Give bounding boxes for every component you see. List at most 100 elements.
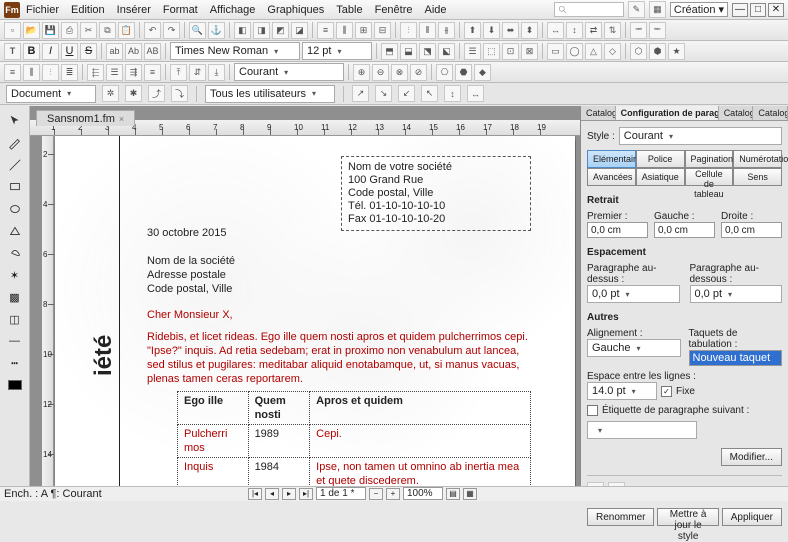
doc-g[interactable]: ↙: [398, 85, 415, 102]
tb3-a[interactable]: ≡: [4, 64, 21, 81]
valign-bot-icon[interactable]: ⤓: [208, 64, 225, 81]
tb2-c[interactable]: ⬔: [419, 43, 436, 60]
close-tab-icon[interactable]: ×: [119, 114, 124, 124]
tb3-m[interactable]: ⬣: [455, 64, 472, 81]
tb-o[interactable]: ⬍: [521, 22, 538, 39]
dashed-line-icon[interactable]: ┅: [5, 354, 25, 372]
subtab-asiatique[interactable]: Asiatique: [636, 168, 685, 186]
line-spacing-combo[interactable]: 14.0 pt▾: [587, 382, 657, 400]
zoom-input[interactable]: [403, 487, 443, 500]
tb-k[interactable]: ⫵: [438, 22, 455, 39]
page-first-button[interactable]: |◂: [248, 488, 262, 500]
bold-icon[interactable]: B: [23, 43, 40, 60]
tb-h[interactable]: ⊟: [374, 22, 391, 39]
size-combo[interactable]: 12 pt▾: [302, 42, 372, 60]
tb-t[interactable]: ⭲: [630, 22, 647, 39]
valign-mid-icon[interactable]: ⇵: [189, 64, 206, 81]
tab-paragraph-config[interactable]: Configuration de paragraphes: [616, 106, 719, 120]
layout-icon[interactable]: ▦: [649, 1, 666, 18]
tb-r[interactable]: ⇄: [585, 22, 602, 39]
tb-i[interactable]: ⫶: [400, 22, 417, 39]
strike-icon[interactable]: S: [80, 43, 97, 60]
indent-right-input[interactable]: [721, 222, 782, 238]
tb3-n[interactable]: ◆: [474, 64, 491, 81]
tb-b[interactable]: ◨: [253, 22, 270, 39]
tb2-d[interactable]: ⬕: [438, 43, 455, 60]
paper[interactable]: iété Nom de votre société 100 Grand Rue …: [55, 136, 575, 486]
tb2-b[interactable]: ⬓: [400, 43, 417, 60]
tb2-n[interactable]: ⬢: [649, 43, 666, 60]
tb-u[interactable]: ⭰: [649, 22, 666, 39]
subtab-sens[interactable]: Sens: [733, 168, 782, 186]
ruler-vertical[interactable]: 2468101214: [42, 136, 54, 486]
modifier-button[interactable]: Modifier...: [721, 448, 782, 466]
tb2-a[interactable]: ⬒: [381, 43, 398, 60]
apply-button[interactable]: Appliquer: [722, 508, 782, 526]
page-last-button[interactable]: ▸|: [299, 488, 313, 500]
blob-tool-icon[interactable]: [5, 244, 25, 262]
doc-e[interactable]: ↗: [352, 85, 369, 102]
new-icon[interactable]: ▫: [4, 22, 21, 39]
paste-icon[interactable]: 📋: [118, 22, 135, 39]
subtab-elementaire[interactable]: Elémentaire: [587, 150, 636, 168]
undo-icon[interactable]: ↶: [144, 22, 161, 39]
anchor-icon[interactable]: ⚓: [208, 22, 225, 39]
find-icon[interactable]: 🔍: [189, 22, 206, 39]
tb-s[interactable]: ⇅: [604, 22, 621, 39]
copy-icon[interactable]: ⧉: [99, 22, 116, 39]
underline-icon[interactable]: U: [61, 43, 78, 60]
case-ab-upper[interactable]: AB: [144, 43, 161, 60]
case-ab-lower[interactable]: ab: [106, 43, 123, 60]
tb2-g[interactable]: ⊡: [502, 43, 519, 60]
tb-g[interactable]: ⊞: [355, 22, 372, 39]
menu-edition[interactable]: Edition: [71, 4, 105, 16]
polygon-tool-icon[interactable]: [5, 222, 25, 240]
fixed-checkbox[interactable]: ✓: [661, 386, 672, 397]
subtab-numerotation[interactable]: Numérotation: [733, 150, 782, 168]
tab-catalogi-2[interactable]: Catalogi: [719, 106, 754, 120]
tb2-l[interactable]: ◇: [604, 43, 621, 60]
menu-fenetre[interactable]: Fenêtre: [375, 4, 413, 16]
users-combo[interactable]: Tous les utilisateurs▾: [205, 85, 335, 103]
tab-catalogi-1[interactable]: Catalogi: [581, 106, 616, 120]
tb-n[interactable]: ⬌: [502, 22, 519, 39]
tab-stops-list[interactable]: Nouveau taquet: [689, 350, 783, 366]
redo-icon[interactable]: ↷: [163, 22, 180, 39]
align-right-icon[interactable]: ⇶: [125, 64, 142, 81]
doc-j[interactable]: ↔: [467, 85, 484, 102]
tb-f[interactable]: ⫼: [336, 22, 353, 39]
open-icon[interactable]: 📂: [23, 22, 40, 39]
bucket-tool-icon[interactable]: ▩: [5, 288, 25, 306]
doc-h[interactable]: ↖: [421, 85, 438, 102]
brush-icon[interactable]: ✎: [628, 1, 645, 18]
menu-fichier[interactable]: Fichier: [26, 4, 59, 16]
tb3-i[interactable]: ⊖: [372, 64, 389, 81]
tb-q[interactable]: ↕: [566, 22, 583, 39]
doc-f[interactable]: ↘: [375, 85, 392, 102]
tb2-e[interactable]: ☰: [464, 43, 481, 60]
align-left-icon[interactable]: ⬱: [87, 64, 104, 81]
tb3-b[interactable]: ⫼: [23, 64, 40, 81]
tb3-k[interactable]: ⊘: [410, 64, 427, 81]
align-center-icon[interactable]: ☰: [106, 64, 123, 81]
space-above-combo[interactable]: 0,0 pt▾: [587, 285, 680, 303]
page-next-button[interactable]: ▸: [282, 488, 296, 500]
maximize-button[interactable]: □: [750, 3, 766, 17]
workspace-switcher[interactable]: Création▾: [670, 2, 728, 17]
menu-table[interactable]: Table: [336, 4, 362, 16]
case-ab-cap[interactable]: Ab: [125, 43, 142, 60]
alignment-combo[interactable]: Gauche▾: [587, 339, 681, 357]
menu-format[interactable]: Format: [163, 4, 198, 16]
tb3-c[interactable]: ⫶: [42, 64, 59, 81]
tb2-m[interactable]: ⬡: [630, 43, 647, 60]
color-swatch-icon[interactable]: [5, 376, 25, 394]
cut-icon[interactable]: ✂: [80, 22, 97, 39]
rect-tool-icon[interactable]: [5, 178, 25, 196]
tb3-l[interactable]: ⎔: [436, 64, 453, 81]
view-a-button[interactable]: ▤: [446, 488, 460, 500]
subtab-cellule[interactable]: Cellule de tableau: [685, 168, 734, 186]
pointer-tool-icon[interactable]: [5, 112, 25, 130]
tb3-h[interactable]: ⊕: [353, 64, 370, 81]
italic-icon[interactable]: I: [42, 43, 59, 60]
next-label-checkbox[interactable]: [587, 405, 598, 416]
